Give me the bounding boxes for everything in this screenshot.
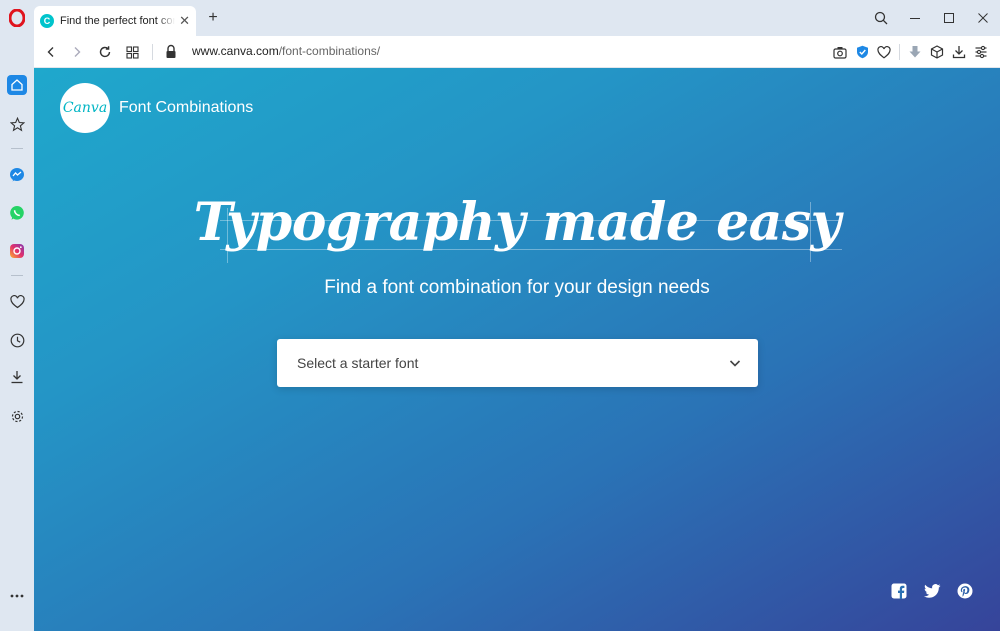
downloads-icon[interactable] <box>948 42 970 62</box>
social-links <box>875 582 974 600</box>
sidebar-whatsapp-icon[interactable] <box>7 203 27 223</box>
vpn-shield-icon[interactable] <box>851 42 873 62</box>
brand-header: Canva Font Combinations <box>60 83 253 133</box>
sidebar-history-clock-icon[interactable] <box>7 330 27 350</box>
forward-icon[interactable] <box>68 43 86 61</box>
sidebar-instagram-icon[interactable] <box>7 241 27 261</box>
tools-separator <box>899 44 900 60</box>
hero-subtitle: Find a font combination for your design … <box>324 277 710 298</box>
twitter-icon[interactable] <box>923 582 941 600</box>
minimize-icon[interactable] <box>898 1 932 35</box>
maximize-icon[interactable] <box>932 1 966 35</box>
facebook-icon[interactable] <box>890 582 908 600</box>
canva-logo[interactable]: Canva <box>60 83 110 133</box>
sidebar-my-flow-heart-icon[interactable] <box>7 292 27 312</box>
brand-title: Font Combinations <box>119 99 254 116</box>
lock-icon[interactable] <box>165 44 179 60</box>
address-bar-tools <box>829 42 992 62</box>
sidebar-settings-gear-icon[interactable] <box>7 406 27 426</box>
easy-setup-icon[interactable] <box>970 42 992 62</box>
page-content: Canva Font Combinations Typography made … <box>34 68 1000 631</box>
sidebar-bookmarks-star-icon[interactable] <box>7 114 27 134</box>
search-tabs-icon[interactable] <box>864 1 898 35</box>
tab-title: Find the perfect font combinations <box>60 15 175 27</box>
url-separator <box>152 44 153 60</box>
sidebar-downloads-icon[interactable] <box>7 367 27 387</box>
extensions-cube-icon[interactable] <box>926 42 948 62</box>
close-window-icon[interactable] <box>966 1 1000 35</box>
opera-menu-icon[interactable] <box>8 8 26 28</box>
title-bar: C Find the perfect font combinations ✕ + <box>0 0 1000 36</box>
hero-title: Typography made easy <box>193 192 841 253</box>
pinterest-icon[interactable] <box>956 582 974 600</box>
starter-font-select[interactable]: Select a starter font <box>277 339 758 387</box>
speed-dial-icon[interactable] <box>123 43 141 61</box>
new-tab-button[interactable]: + <box>205 10 221 26</box>
select-placeholder: Select a starter font <box>297 355 419 371</box>
sidebar-home-icon[interactable] <box>7 75 27 95</box>
sidebar-separator <box>11 275 23 276</box>
url-host: www.canva.com <box>192 44 279 58</box>
bookmark-heart-icon[interactable] <box>873 42 895 62</box>
chevron-down-icon <box>728 356 742 370</box>
url-field[interactable]: www.canva.com/font-combinations/ <box>192 44 592 58</box>
download-arrow-icon[interactable] <box>904 42 926 62</box>
browser-tab[interactable]: C Find the perfect font combinations ✕ <box>34 6 196 36</box>
url-path: /font-combinations/ <box>278 44 381 58</box>
back-icon[interactable] <box>42 43 60 61</box>
canva-favicon-icon: C <box>40 14 54 28</box>
window-controls <box>864 0 1000 36</box>
tab-close-icon[interactable]: ✕ <box>179 13 190 29</box>
snapshot-icon[interactable] <box>829 42 851 62</box>
sidebar-more-icon[interactable] <box>7 586 27 606</box>
sidebar-separator <box>11 148 23 149</box>
sidebar <box>0 36 34 631</box>
address-bar: www.canva.com/font-combinations/ <box>34 36 1000 68</box>
sidebar-messenger-icon[interactable] <box>7 165 27 185</box>
reload-icon[interactable] <box>96 43 114 61</box>
